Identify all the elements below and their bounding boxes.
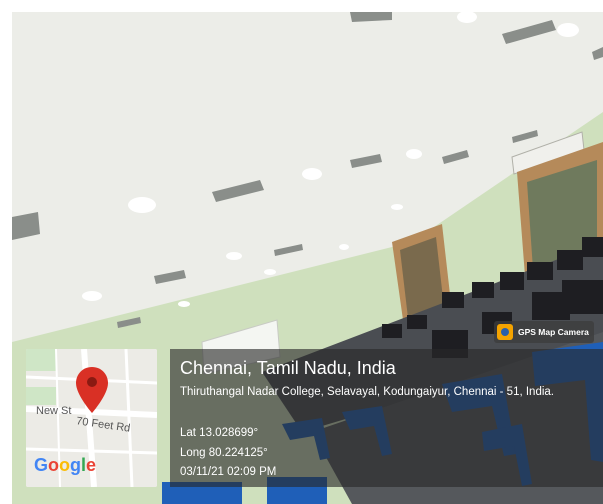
camera-app-icon [497,324,513,340]
google-logo: Google [34,455,97,475]
gps-map-camera-badge: GPS Map Camera [494,321,594,343]
badge-label: GPS Map Camera [518,327,589,337]
location-latitude: Lat 13.028699° [180,427,259,439]
photo-datetime: 03/11/21 02:09 PM [180,466,277,478]
map-street-new-st: New St [36,405,72,417]
location-info-panel: Chennai, Tamil Nadu, India Thiruthangal … [170,349,603,487]
location-city: Chennai, Tamil Nadu, India [180,358,396,378]
location-longitude: Long 80.224125° [180,447,268,459]
map-thumbnail[interactable]: New St 70 Feet Rd Google [26,349,157,487]
location-address: Thiruthangal Nadar College, Selavayal, K… [180,386,554,398]
